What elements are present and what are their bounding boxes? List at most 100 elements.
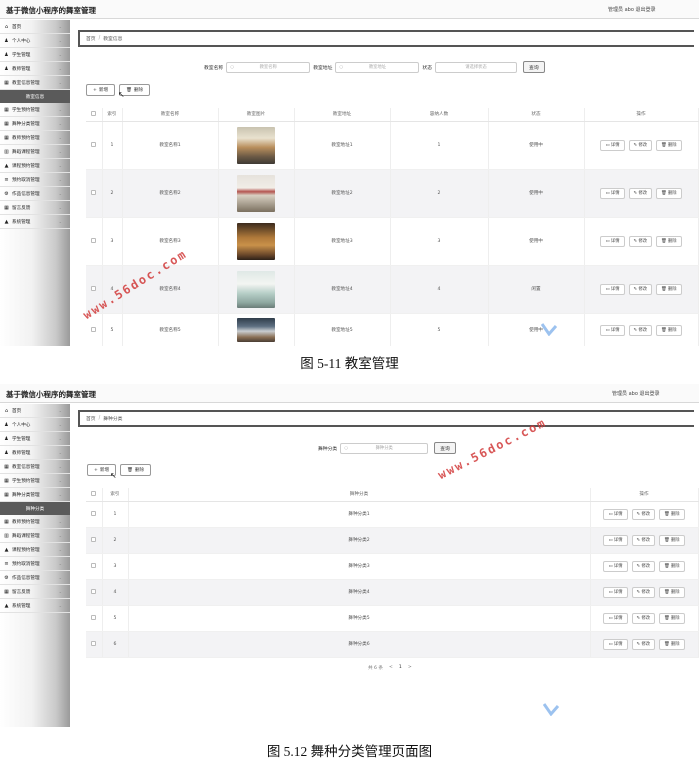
table-row[interactable]: 6 舞种分类6 ▭ 详情 ✎ 修改 🗑 删除 [86,631,699,658]
detail-button[interactable]: ▭ 详情 [603,586,628,598]
row-checkbox[interactable] [91,614,97,620]
remove-button[interactable]: 🗑 删除 [659,508,685,520]
detail-button[interactable]: ▭ 详情 [603,638,628,650]
sidebar-item[interactable]: ▲ 课程预约管理 ⌄ [0,543,70,557]
edit-button[interactable]: ✎ 修改 [628,187,653,199]
remove-button[interactable]: 🗑 删除 [656,283,682,295]
search-button[interactable]: 查询 [523,61,545,73]
sidebar-item[interactable]: ♟ 学生管理 ⌄ [0,48,70,62]
edit-button[interactable]: ✎ 修改 [631,586,656,598]
table-row[interactable]: 2 教室名称2 教室地址2 2 使用中 ▭ 详情 ✎ 修改 🗑 删除 [86,169,699,218]
detail-button[interactable]: ▭ 详情 [600,139,625,151]
pager-next[interactable]: > [408,665,412,671]
detail-button[interactable]: ▭ 详情 [603,560,628,572]
remove-button[interactable]: 🗑 删除 [659,560,685,572]
sidebar-item[interactable]: ▲ 课程预约管理 ⌄ [0,159,70,173]
sidebar-item[interactable]: ♟ 教师管理 ⌄ [0,62,70,76]
edit-button[interactable]: ✎ 修改 [631,560,656,572]
delete-button[interactable]: 🗑 删除 [120,464,152,476]
column-header[interactable] [86,488,103,502]
row-select[interactable] [86,605,103,632]
status-select[interactable]: 请选择状态 [435,61,518,73]
table-row[interactable]: 3 舞种分类3 ▭ 详情 ✎ 修改 🗑 删除 [86,553,699,580]
sidebar-item[interactable]: ⚙ 作品信息管理 ⌄ [0,571,70,585]
row-select[interactable] [86,553,103,580]
table-row[interactable]: 5 舞种分类5 ▭ 详情 ✎ 修改 🗑 删除 [86,605,699,632]
sidebar-item[interactable]: ▦ 留言反馈 ⌄ [0,585,70,599]
row-checkbox[interactable] [91,588,97,594]
pager-prev[interactable]: < [389,665,393,671]
detail-button[interactable]: ▭ 详情 [603,612,628,624]
detail-button[interactable]: ▭ 详情 [603,534,628,546]
sidebar-item[interactable]: ♟ 个人中心 ⌄ [0,418,70,432]
remove-button[interactable]: 🗑 删除 [659,612,685,624]
sidebar-item[interactable]: ▦ 教师预约管理 ⌄ [0,515,70,529]
remove-button[interactable]: 🗑 删除 [656,187,682,199]
row-checkbox[interactable] [91,536,97,542]
remove-button[interactable]: 🗑 删除 [659,586,685,598]
edit-button[interactable]: ✎ 修改 [628,235,653,247]
search-button[interactable]: 查询 [434,442,456,454]
row-checkbox[interactable] [91,141,97,147]
detail-button[interactable]: ▭ 详情 [600,283,625,295]
detail-button[interactable]: ▭ 详情 [600,324,625,336]
detail-button[interactable]: ▭ 详情 [600,187,625,199]
edit-button[interactable]: ✎ 修改 [631,508,656,520]
pager-page[interactable]: 1 [399,665,402,671]
table-row[interactable]: 2 舞种分类2 ▭ 详情 ✎ 修改 🗑 删除 [86,527,699,554]
row-checkbox[interactable] [91,562,97,568]
classroom-name-input[interactable]: ○ 教室名称 [226,61,311,73]
remove-button[interactable]: 🗑 删除 [659,534,685,546]
row-select[interactable] [86,217,103,266]
sidebar-item[interactable]: ▦ 教室信息管理 ⌄ [0,460,70,474]
breadcrumb-home[interactable]: 首页 [86,35,96,42]
row-checkbox[interactable] [91,326,97,332]
remove-button[interactable]: 🗑 删除 [656,324,682,336]
sidebar-item[interactable]: ▲ 系统管理 ⌄ [0,215,70,229]
sidebar-item[interactable]: ♟ 学生管理 ⌄ [0,432,70,446]
category-input[interactable]: ○ 舞种分类 [340,442,429,454]
edit-button[interactable]: ✎ 修改 [628,139,653,151]
table-row[interactable]: 4 舞种分类4 ▭ 详情 ✎ 修改 🗑 删除 [86,579,699,606]
sidebar-item[interactable]: ▦ 留言反馈 ⌄ [0,201,70,215]
table-row[interactable]: 5 教室名称5 教室地址5 5 使用中 ▭ 详情 ✎ 修改 🗑 删除 [86,313,699,346]
sidebar-item[interactable]: ♟ 教师管理 ⌄ [0,446,70,460]
column-header[interactable] [86,108,103,122]
row-select[interactable] [86,501,103,528]
sidebar-item[interactable]: ▥ 舞蹈课程管理 ⌄ [0,529,70,543]
user-info[interactable]: 管理员 abo 退出登录 [612,390,659,397]
sidebar-item[interactable]: ⌂ 首页 ⌄ [0,404,70,418]
row-select[interactable] [86,121,103,170]
sidebar-item[interactable]: ▥ 舞蹈课程管理 ⌄ [0,145,70,159]
remove-button[interactable]: 🗑 删除 [656,139,682,151]
table-row[interactable]: 1 教室名称1 教室地址1 1 使用中 ▭ 详情 ✎ 修改 🗑 删除 [86,121,699,170]
row-select[interactable] [86,631,103,658]
row-checkbox[interactable] [91,189,97,195]
remove-button[interactable]: 🗑 删除 [659,638,685,650]
row-select[interactable] [86,169,103,218]
detail-button[interactable]: ▭ 详情 [603,508,628,520]
edit-button[interactable]: ✎ 修改 [631,534,656,546]
edit-button[interactable]: ✎ 修改 [628,283,653,295]
sidebar-item[interactable]: ▦ 学生预约管理 ⌄ [0,103,70,117]
sidebar-item[interactable]: ♟ 个人中心 ⌄ [0,34,70,48]
table-row[interactable]: 1 舞种分类1 ▭ 详情 ✎ 修改 🗑 删除 [86,501,699,528]
select-all-checkbox[interactable] [91,490,97,496]
sidebar-item[interactable]: ▦ 教师预约管理 ⌄ [0,131,70,145]
row-checkbox[interactable] [91,510,97,516]
edit-button[interactable]: ✎ 修改 [631,612,656,624]
remove-button[interactable]: 🗑 删除 [656,235,682,247]
sidebar-item[interactable]: ▦ 舞种分类管理 ⌄ [0,117,70,131]
row-select[interactable] [86,579,103,606]
edit-button[interactable]: ✎ 修改 [631,638,656,650]
classroom-addr-input[interactable]: ○ 教室地址 [335,61,420,73]
sidebar-item[interactable]: ⌂ 首页 ⌄ [0,20,70,34]
edit-button[interactable]: ✎ 修改 [628,324,653,336]
sidebar-item[interactable]: ▦ 教室信息管理 ⌄ [0,76,70,90]
sidebar-item[interactable]: ≡ 预约取消管理 ⌄ [0,173,70,187]
user-info[interactable]: 管理员 abo 退出登录 [608,6,655,13]
sidebar-item[interactable]: ▦ 舞种分类管理 ⌄ [0,488,70,502]
sidebar-item[interactable]: ▲ 系统管理 ⌄ [0,599,70,613]
row-checkbox[interactable] [91,640,97,646]
detail-button[interactable]: ▭ 详情 [600,235,625,247]
